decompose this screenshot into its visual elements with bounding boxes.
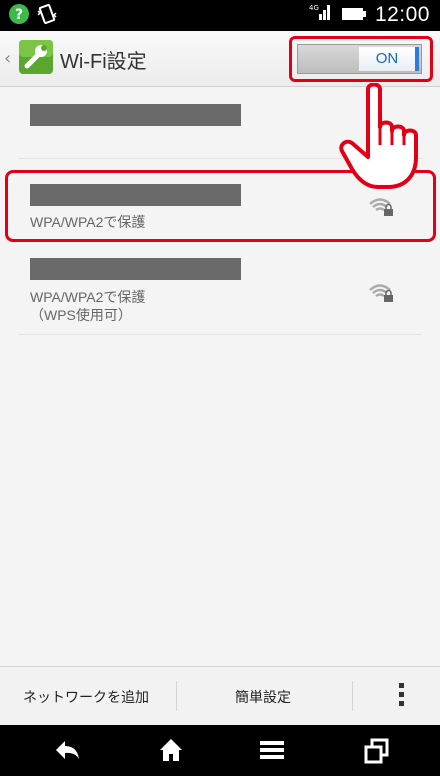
wifi-toggle[interactable]: ON	[297, 44, 422, 74]
add-network-button[interactable]: ネットワークを追加	[23, 687, 149, 707]
bottom-action-bar: ネットワークを追加 簡単設定	[0, 666, 440, 726]
vibrate-icon	[36, 3, 58, 29]
separator	[176, 681, 177, 711]
ssid-redacted	[30, 258, 241, 280]
home-icon[interactable]	[158, 737, 184, 767]
security-label: WPA/WPA2で保護	[30, 289, 146, 305]
battery-icon	[341, 3, 367, 27]
svg-text:?: ?	[15, 7, 23, 23]
svg-text:4G: 4G	[309, 4, 319, 12]
wps-label: （WPS使用可）	[30, 307, 132, 323]
back-icon[interactable]	[53, 737, 81, 767]
toggle-label: ON	[359, 47, 419, 71]
divider	[18, 334, 422, 335]
status-bar: ? 4G 12:00	[0, 0, 440, 31]
menu-icon[interactable]	[258, 737, 286, 767]
chevron-left-icon[interactable]: ‹	[4, 48, 11, 69]
recent-apps-icon[interactable]	[363, 737, 391, 769]
wrench-settings-icon[interactable]	[18, 39, 54, 79]
signal-icon: 4G	[309, 2, 333, 27]
navigation-bar	[0, 725, 440, 776]
clock: 12:00	[374, 2, 430, 26]
network-item[interactable]: WPA/WPA2で保護 （WPS使用可）	[18, 248, 422, 332]
wifi-locked-icon	[368, 282, 396, 308]
ssid-redacted	[30, 104, 241, 126]
page-title: Wi-Fi設定	[60, 51, 147, 73]
easy-setup-button[interactable]: 簡単設定	[235, 687, 291, 707]
pointing-hand-icon	[338, 82, 434, 195]
overflow-menu-icon[interactable]	[399, 683, 405, 710]
separator	[352, 681, 353, 711]
app-notification-icon: ?	[8, 3, 30, 29]
